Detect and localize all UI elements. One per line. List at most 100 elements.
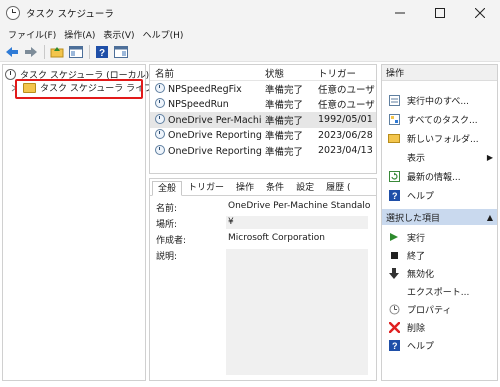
column-header-status[interactable]: 状態	[262, 66, 315, 80]
tab-conditions[interactable]: 条件	[260, 180, 290, 195]
table-row[interactable]: NPSpeedRegFix 準備完了 任意のユーザ	[150, 81, 376, 97]
table-row[interactable]: OneDrive Reporting ... 準備完了 2023/06/28	[150, 128, 376, 144]
tab-triggers[interactable]: トリガー	[182, 180, 230, 195]
author-label: 作成者:	[156, 236, 187, 246]
menu-action[interactable]: 操作(A)	[60, 28, 99, 41]
task-name: NPSpeedRegFix	[168, 83, 242, 95]
task-icon	[155, 98, 165, 109]
action-end[interactable]: 終了	[382, 246, 497, 264]
action-label: 実行	[407, 233, 426, 244]
actions-header: 操作	[382, 65, 497, 81]
menu-view[interactable]: 表示(V)	[99, 28, 138, 41]
action-label: エクスポート...	[407, 287, 470, 298]
tab-actions[interactable]: 操作	[230, 180, 260, 195]
task-icon	[155, 113, 165, 124]
action-label: 終了	[407, 251, 426, 262]
task-list: 名前 状態 トリガー NPSpeedRegFix 準備完了 任意のユーザ NPS…	[149, 64, 377, 174]
back-button[interactable]	[3, 44, 21, 60]
task-trigger: 2023/06/28	[318, 129, 373, 141]
table-row-selected[interactable]: OneDrive Per-Machi... 準備完了 1992/05/01	[150, 112, 376, 128]
all-tasks-icon	[388, 113, 400, 125]
action-run[interactable]: 実行	[382, 228, 497, 246]
name-row: 名前:	[156, 201, 226, 214]
action-display-running[interactable]: 実行中のすべ...	[382, 91, 497, 109]
action-label: 実行中のすべ...	[407, 96, 469, 107]
task-scheduler-icon	[6, 6, 20, 20]
list-header: 名前 状態 トリガー	[150, 65, 376, 81]
action-label: 最新の情報...	[407, 172, 461, 183]
task-trigger: 2023/04/13	[318, 145, 373, 157]
forward-arrow-icon	[25, 47, 37, 57]
svg-text:?: ?	[392, 191, 398, 201]
action-label: 削除	[407, 323, 426, 334]
action-new-folder[interactable]: 新しいフォルダ...	[382, 129, 497, 147]
location-value[interactable]: ¥	[228, 217, 370, 227]
menu-help[interactable]: ヘルプ(H)	[139, 28, 188, 41]
action-pane-icon	[114, 46, 128, 58]
highlight-annotation	[15, 79, 143, 99]
column-header-name[interactable]: 名前	[150, 66, 262, 80]
show-hide-tree-button[interactable]	[67, 44, 85, 60]
column-header-trigger[interactable]: トリガー	[315, 66, 375, 80]
tab-general[interactable]: 全般	[152, 181, 183, 196]
task-trigger: 任意のユーザ	[318, 84, 375, 96]
table-row[interactable]: NPSpeedRun 準備完了 任意のユーザ	[150, 97, 376, 113]
forward-button[interactable]	[22, 44, 40, 60]
action-disable[interactable]: 無効化	[382, 264, 497, 282]
task-status: 準備完了	[265, 115, 304, 127]
menu-file[interactable]: ファイル(F)	[4, 28, 60, 41]
name-label: 名前:	[156, 204, 178, 214]
back-arrow-icon	[6, 47, 18, 57]
author-value[interactable]: Microsoft Corporation	[228, 233, 370, 243]
view-icon	[388, 151, 400, 163]
collapse-arrow-icon: ▲	[486, 212, 493, 222]
tab-settings[interactable]: 設定	[290, 180, 320, 195]
description-row: 説明:	[156, 249, 226, 262]
name-value[interactable]: OneDrive Per-Machine Standalon	[228, 201, 370, 211]
description-label: 説明:	[156, 252, 178, 262]
location-row: 場所:	[156, 217, 226, 230]
window-title: タスク スケジューラ	[26, 9, 114, 20]
maximize-button[interactable]	[420, 0, 460, 26]
action-help-selected[interactable]: ? ヘルプ	[382, 336, 497, 354]
toolbar: ?	[0, 43, 500, 62]
refresh-icon	[388, 170, 400, 182]
detail-tabs: 全般 トリガー 操作 条件 設定 履歴 (	[150, 179, 376, 196]
toolbar-divider	[89, 45, 90, 59]
task-icon	[155, 144, 165, 155]
properties-icon	[388, 303, 400, 315]
center-pane: 名前 状態 トリガー NPSpeedRegFix 準備完了 任意のユーザ NPS…	[149, 64, 377, 381]
location-label: 場所:	[156, 220, 178, 230]
description-field[interactable]	[226, 249, 368, 375]
task-name: OneDrive Per-Machi...	[168, 114, 262, 126]
task-name: OneDrive Reporting ...	[168, 145, 262, 157]
close-button[interactable]	[460, 0, 500, 26]
task-status: 準備完了	[265, 146, 304, 158]
tab-history[interactable]: 履歴 (	[320, 180, 356, 195]
task-icon	[155, 129, 165, 140]
task-status: 準備完了	[265, 100, 304, 112]
action-delete[interactable]: 削除	[382, 318, 497, 336]
action-export[interactable]: エクスポート...	[382, 282, 497, 300]
help-icon: ?	[388, 189, 400, 201]
action-help[interactable]: ? ヘルプ	[382, 186, 497, 204]
run-icon	[388, 231, 400, 243]
action-properties[interactable]: プロパティ	[382, 300, 497, 318]
selected-item-section-header[interactable]: 選択した項目 ▲	[382, 209, 497, 225]
action-label: 無効化	[407, 269, 435, 280]
show-hide-action-pane-button[interactable]	[112, 44, 130, 60]
action-view[interactable]: 表示 ▶	[382, 148, 497, 166]
help-button[interactable]: ?	[93, 44, 111, 60]
task-status: 準備完了	[265, 84, 304, 96]
maximize-icon	[435, 8, 445, 18]
task-trigger: 任意のユーザ	[318, 100, 375, 112]
table-row[interactable]: OneDrive Reporting ... 準備完了 2023/04/13	[150, 143, 376, 159]
console-tree-icon	[69, 46, 83, 58]
export-icon	[388, 285, 400, 297]
minimize-button[interactable]	[380, 0, 420, 26]
up-folder-button[interactable]	[48, 44, 66, 60]
action-enable-history[interactable]: すべてのタスク...	[382, 110, 497, 128]
console-tree: タスク スケジューラ (ローカル) タスク スケジューラ ライブラリ	[2, 64, 171, 381]
action-refresh[interactable]: 最新の情報...	[382, 167, 497, 185]
window-controls	[380, 0, 500, 26]
